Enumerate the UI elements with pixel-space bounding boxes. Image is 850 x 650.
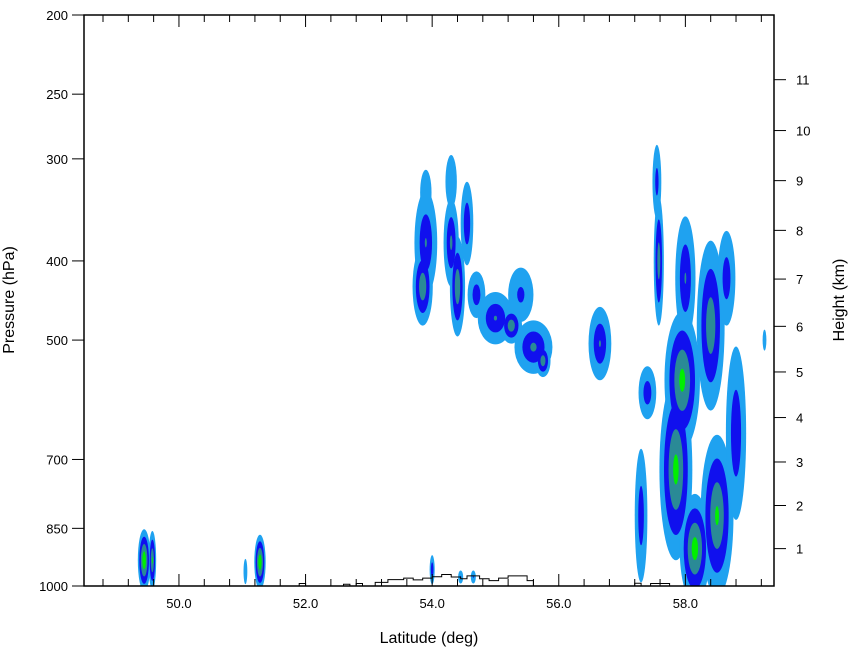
contour-region-l4-21 xyxy=(691,537,699,561)
contour-region-l4-19 xyxy=(679,368,686,392)
contour-region-l3-8 xyxy=(493,315,498,321)
contour-region-l3-5 xyxy=(454,268,461,305)
y2-tick-label: 10 xyxy=(796,124,810,139)
contour-region-l3-16 xyxy=(657,242,661,280)
x-tick-label: 52.0 xyxy=(293,596,318,611)
contour-region-l4-28 xyxy=(151,556,153,564)
y-tick-label: 1000 xyxy=(39,579,68,594)
y2-tick-label: 9 xyxy=(796,174,803,189)
y2-tick-label: 6 xyxy=(796,319,803,334)
y2-tick-label: 4 xyxy=(796,411,803,426)
y-tick-label: 200 xyxy=(46,8,68,23)
contour-region-l3-22 xyxy=(706,297,716,354)
terrain-outline xyxy=(298,574,671,587)
contour-region-l4-27 xyxy=(142,551,146,570)
contour-region-l2-17 xyxy=(638,485,644,546)
y-tick-label: 300 xyxy=(46,152,68,167)
contour-region-l3-1 xyxy=(424,237,427,248)
y2-tick-label: 1 xyxy=(796,542,803,557)
contour-region-l2-15 xyxy=(655,167,659,196)
contour-region-l3-13 xyxy=(598,340,601,347)
contour-field xyxy=(137,144,767,586)
y-tick-label: 700 xyxy=(46,452,68,467)
contour-region-l2-25 xyxy=(730,389,742,477)
y-tick-label: 400 xyxy=(46,254,68,269)
y2-tick-label: 3 xyxy=(796,455,803,470)
y-tick-label: 850 xyxy=(46,521,68,536)
x-tick-label: 56.0 xyxy=(546,596,571,611)
contour-region-l4-29 xyxy=(258,554,262,570)
contour-region-l3-11 xyxy=(540,355,546,367)
contour-region-l1-30 xyxy=(243,558,248,585)
contour-region-l3-2 xyxy=(419,272,427,301)
contour-region-l1-26 xyxy=(762,329,767,351)
contour-region-l3-9 xyxy=(507,319,515,332)
contour-region-l2-24 xyxy=(722,257,731,300)
contour-region-l2-7 xyxy=(472,284,481,306)
y-axis-label: Pressure (hPa) xyxy=(1,246,18,354)
contour-region-l2-14 xyxy=(643,380,652,405)
y-tick-label: 250 xyxy=(46,87,68,102)
y2-tick-label: 7 xyxy=(796,272,803,287)
terrain-line xyxy=(298,574,671,587)
contour-region-l3-20 xyxy=(684,272,687,284)
chart-figure: 50.0 52.0 54.0 56.0 58.020025030040050070085… xyxy=(1,8,848,647)
contour-region-l3-4 xyxy=(449,235,453,251)
y2-tick-label: 8 xyxy=(796,223,803,238)
contour-region-l4-18 xyxy=(673,454,679,485)
y2-tick-label: 11 xyxy=(796,73,810,88)
contour-region-l2-12 xyxy=(517,286,525,303)
y2-tick-label: 2 xyxy=(796,498,803,513)
y-tick-label: 500 xyxy=(46,333,68,348)
x-tick-label: 50.0 xyxy=(166,596,191,611)
y2-axis-label: Height (km) xyxy=(831,259,848,342)
contour-region-l4-23 xyxy=(715,506,719,526)
x-tick-label: 58.0 xyxy=(673,596,698,611)
y2-tick-label: 5 xyxy=(796,365,803,380)
contour-region-l3-10 xyxy=(530,342,537,352)
x-axis-label: Latitude (deg) xyxy=(380,630,479,647)
x-tick-label: 54.0 xyxy=(420,596,445,611)
contour-region-l2-6 xyxy=(463,202,471,245)
